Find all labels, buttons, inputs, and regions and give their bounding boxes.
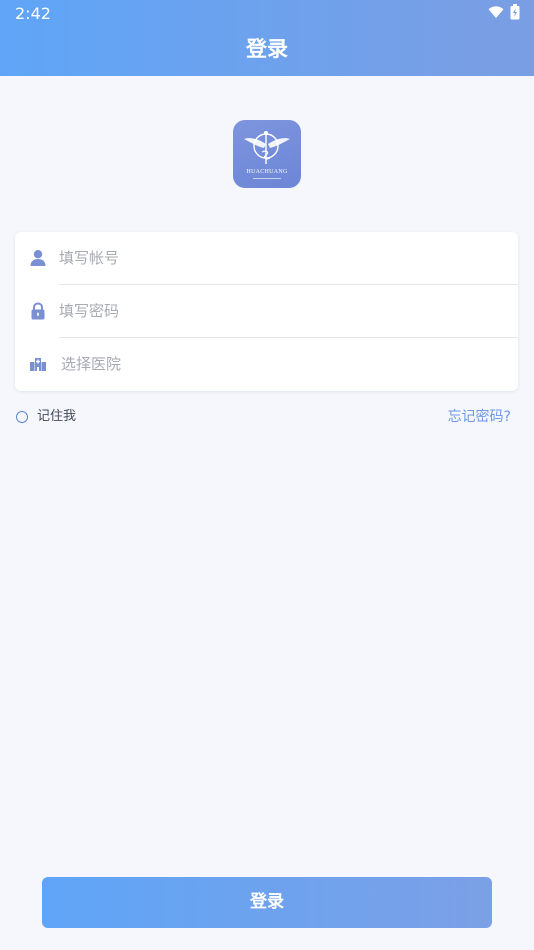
hospital-select-placeholder: 选择医院 <box>61 355 122 373</box>
logo-brand-text: HUACHUANG <box>246 169 288 175</box>
logo-underline <box>253 178 281 179</box>
status-icons <box>488 4 520 20</box>
remember-me-option[interactable]: 记住我 <box>16 408 76 426</box>
password-field[interactable]: 填写密码 <box>15 285 518 338</box>
page-title: 登录 <box>246 37 288 61</box>
hospital-select[interactable]: 选择医院 <box>15 338 518 391</box>
app-header: 2:42 登录 <box>0 0 534 76</box>
account-field[interactable]: 填写帐号 <box>15 232 518 285</box>
app-logo: HUACHUANG <box>233 120 301 188</box>
remember-me-radio[interactable] <box>16 411 28 423</box>
hospital-building-icon <box>30 358 46 371</box>
login-button[interactable]: 登录 <box>42 877 492 928</box>
status-time: 2:42 <box>15 4 51 23</box>
account-input-placeholder: 填写帐号 <box>59 249 120 267</box>
forgot-password-link[interactable]: 忘记密码? <box>448 408 511 426</box>
battery-charging-icon <box>510 4 520 20</box>
login-form-card: 填写帐号 填写密码 选择医院 <box>15 232 518 391</box>
user-icon <box>30 250 46 266</box>
remember-me-label: 记住我 <box>37 409 77 424</box>
password-input-placeholder: 填写密码 <box>59 302 120 320</box>
wifi-icon <box>488 6 504 18</box>
lock-icon <box>31 302 45 320</box>
